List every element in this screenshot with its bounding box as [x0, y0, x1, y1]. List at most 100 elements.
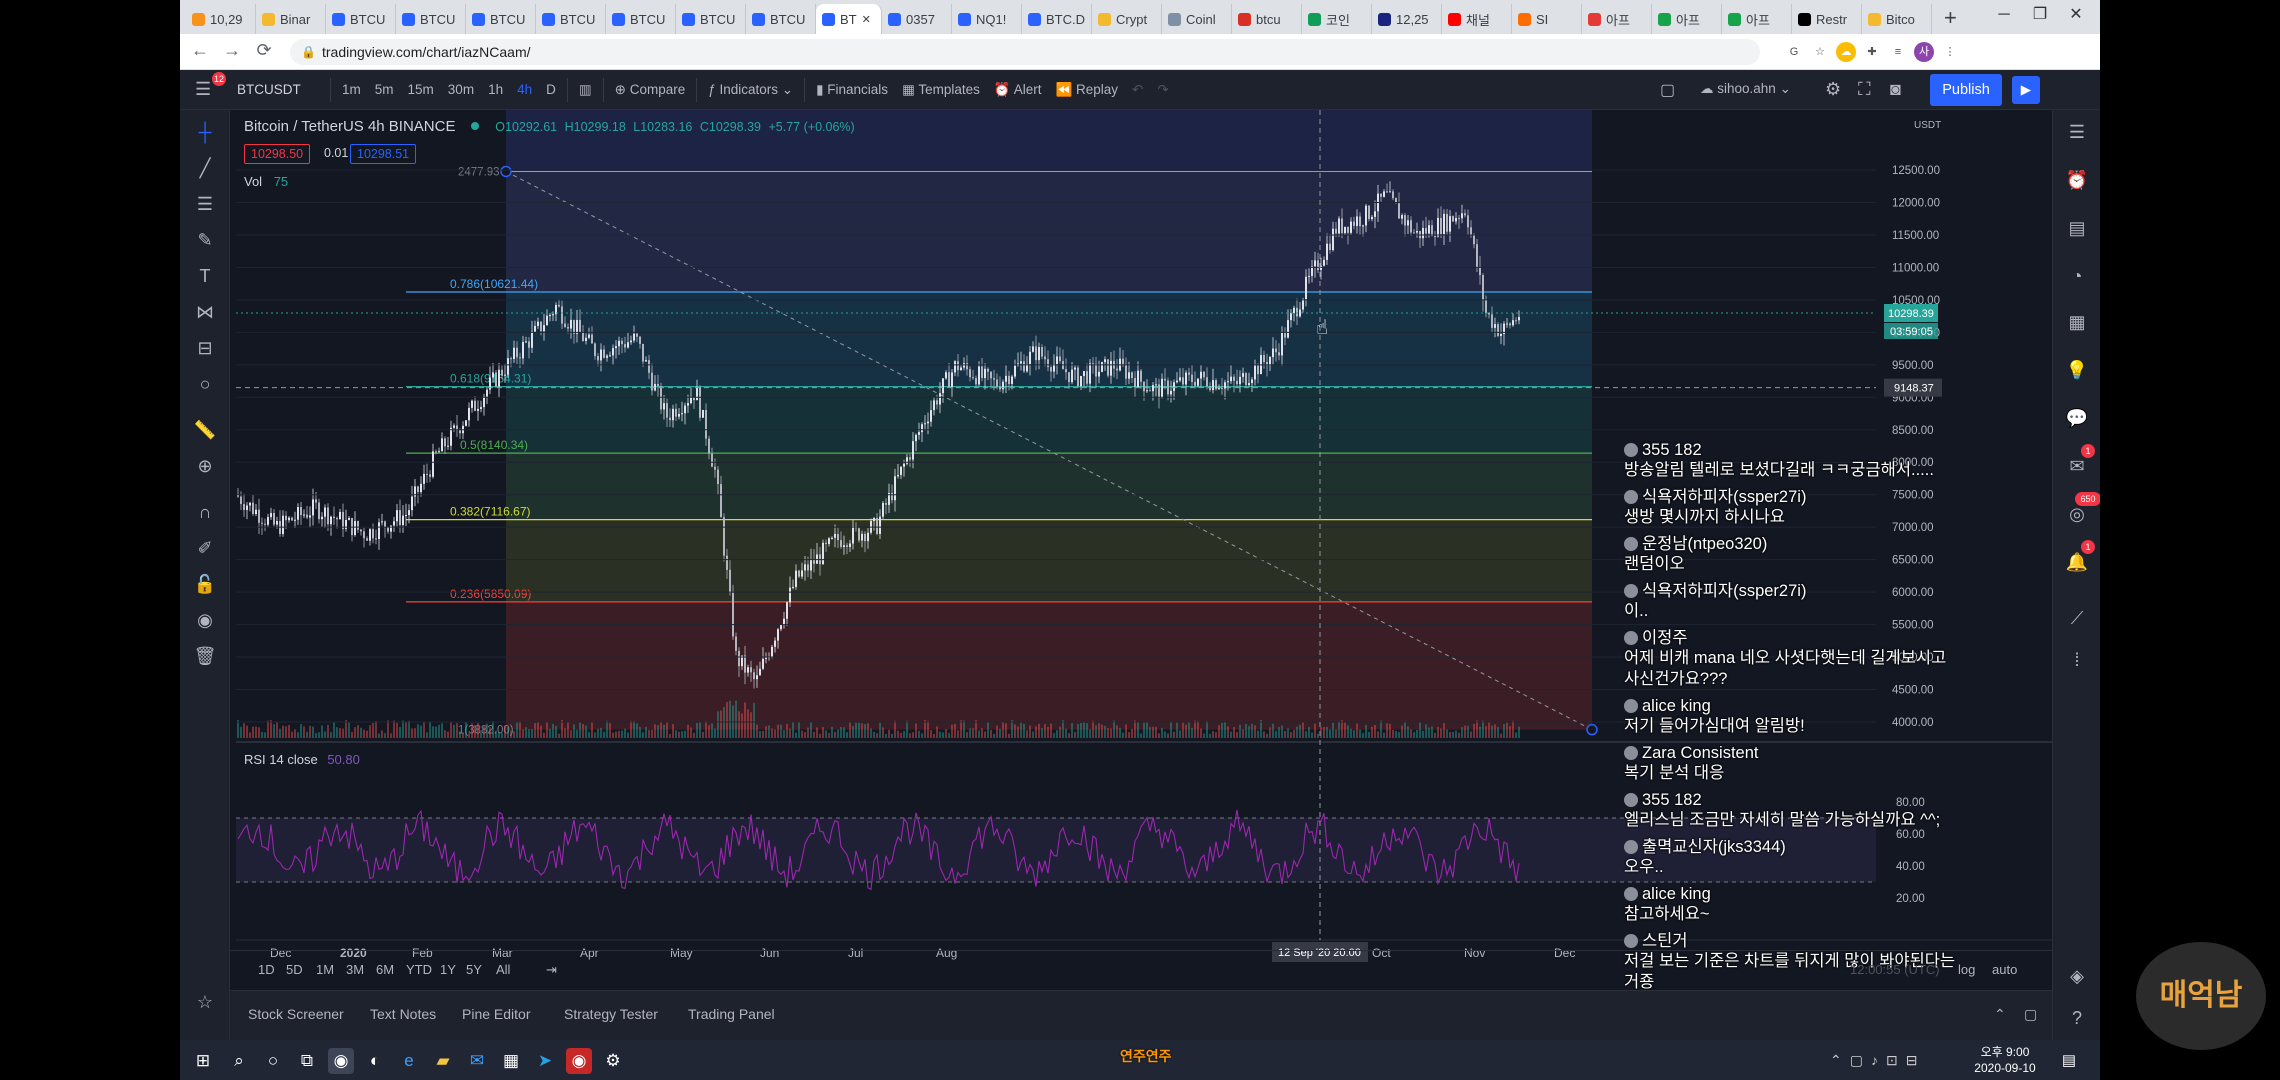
buy-button[interactable]: 10298.51 — [350, 144, 417, 164]
watchlist-icon[interactable]: ☰ — [2065, 120, 2089, 144]
alerts-clock-icon[interactable]: ⏰ — [2065, 168, 2089, 192]
interval-1m[interactable]: 1m — [335, 82, 368, 97]
browser-tab[interactable]: BTCU — [536, 4, 606, 34]
mail-taskbar-icon[interactable]: ✉ — [464, 1048, 490, 1074]
calculator-taskbar-icon[interactable]: ▦ — [498, 1048, 524, 1074]
back-icon[interactable]: ← — [188, 40, 212, 61]
media-icon[interactable]: ≡ — [1888, 42, 1908, 62]
obs-taskbar-icon[interactable]: ◉ — [566, 1048, 592, 1074]
stay-drawing-icon[interactable]: ✐ — [193, 536, 217, 560]
alert-button[interactable]: ⏰ Alert — [987, 82, 1049, 98]
taskbar-clock[interactable]: 오후 9:00 2020-09-10 — [1970, 1044, 2040, 1076]
publish-button[interactable]: Publish — [1930, 74, 2002, 106]
undo-icon[interactable]: ↶ — [1125, 82, 1150, 98]
bottom-tab-stock-screener[interactable]: Stock Screener — [248, 1006, 344, 1022]
help-icon[interactable]: ? — [2065, 1006, 2089, 1030]
taskbar-search-icon[interactable]: ⌕ — [226, 1048, 252, 1074]
forecast-icon[interactable]: ⊟ — [193, 336, 217, 360]
tab-close-icon[interactable]: ✕ — [862, 13, 871, 26]
range-YTD[interactable]: YTD — [406, 962, 432, 977]
browser-tab[interactable]: 아프 — [1652, 4, 1722, 34]
indicators-button[interactable]: ƒ Indicators ⌄ — [701, 82, 800, 98]
browser-tab[interactable]: BT ✕ — [816, 4, 882, 34]
interval-4h[interactable]: 4h — [510, 82, 539, 97]
settings-taskbar-icon[interactable]: ⚙ — [600, 1048, 626, 1074]
chrome-taskbar-icon[interactable]: ◉ — [328, 1048, 354, 1074]
range-1Y[interactable]: 1Y — [440, 962, 456, 977]
screener-icon[interactable]: ⟋ — [2065, 606, 2089, 630]
browser-tab[interactable]: SI — [1512, 4, 1582, 34]
explorer-taskbar-icon[interactable]: ▰ — [430, 1048, 456, 1074]
data-window-icon[interactable]: ▤ — [2065, 216, 2089, 240]
settings-gear-icon[interactable]: ⚙ — [1825, 79, 1841, 100]
browser-tab[interactable]: BTCU — [606, 4, 676, 34]
fib-retracement-icon[interactable]: ☰ — [193, 192, 217, 216]
log-scale-toggle[interactable]: log — [1958, 962, 1975, 977]
browser-tab[interactable]: 코인 — [1302, 4, 1372, 34]
browser-tab[interactable]: BTCU — [676, 4, 746, 34]
goto-date-icon[interactable]: ⇥ — [546, 962, 557, 978]
utc-clock[interactable]: 12:00:55 (UTC) — [1850, 962, 1940, 977]
zoom-in-icon[interactable]: ⊕ — [193, 454, 217, 478]
action-center-icon[interactable]: ▤ — [2056, 1048, 2082, 1074]
layout-icon[interactable]: ▢ — [1660, 80, 1675, 100]
bottom-tab-strategy-tester[interactable]: Strategy Tester — [564, 1006, 658, 1022]
compare-button[interactable]: ⊕ Compare — [608, 82, 693, 98]
extension-cloud-icon[interactable]: ☁ — [1836, 42, 1856, 62]
app-taskbar-icon[interactable]: ◐ — [362, 1048, 388, 1074]
telegram-taskbar-icon[interactable]: ➤ — [532, 1048, 558, 1074]
calendar-icon[interactable]: ▦ — [2065, 310, 2089, 334]
range-5D[interactable]: 5D — [286, 962, 303, 977]
browser-tab[interactable]: Bitco — [1862, 4, 1932, 34]
crosshair-icon[interactable]: ┼ — [193, 120, 217, 144]
maximize-panel-icon[interactable]: ▢ — [2024, 1006, 2037, 1023]
browser-tab[interactable]: 채널 — [1442, 4, 1512, 34]
favorites-star-icon[interactable]: ☆ — [193, 990, 217, 1014]
hotlist-icon[interactable]: ◔ — [2065, 264, 2089, 288]
chat-bubble-icon[interactable]: 💬 — [2065, 406, 2089, 430]
auto-scale-toggle[interactable]: auto — [1992, 962, 2017, 977]
browser-tab[interactable]: BTCU — [396, 4, 466, 34]
browser-tab[interactable]: btcu — [1232, 4, 1302, 34]
symbol-search[interactable]: BTCUSDT — [230, 82, 326, 97]
edge-taskbar-icon[interactable]: e — [396, 1048, 422, 1074]
new-tab-button[interactable]: + — [1932, 4, 1969, 34]
profile-avatar[interactable]: 사 — [1914, 42, 1934, 62]
close-window-icon[interactable]: ✕ — [2052, 0, 2100, 30]
translate-icon[interactable]: G — [1784, 42, 1804, 62]
trash-icon[interactable]: 🗑 — [193, 644, 217, 668]
interval-30m[interactable]: 30m — [441, 82, 481, 97]
task-view-icon[interactable]: ⧉ — [294, 1048, 320, 1074]
main-menu-button[interactable]: ☰ 12 — [180, 70, 230, 110]
ruler-icon[interactable]: 📏 — [193, 418, 217, 442]
bottom-tab-text-notes[interactable]: Text Notes — [370, 1006, 436, 1022]
bottom-tab-pine-editor[interactable]: Pine Editor — [462, 1006, 530, 1022]
financials-button[interactable]: ▮ Financials — [809, 82, 895, 98]
browser-tab[interactable]: Crypt — [1092, 4, 1162, 34]
redo-icon[interactable]: ↷ — [1150, 82, 1175, 98]
collapse-panel-icon[interactable]: ⌃ — [1994, 1006, 2006, 1023]
interval-1h[interactable]: 1h — [481, 82, 510, 97]
browser-tab[interactable]: 아프 — [1582, 4, 1652, 34]
range-5Y[interactable]: 5Y — [466, 962, 482, 977]
bottom-tab-trading-panel[interactable]: Trading Panel — [688, 1006, 775, 1022]
browser-tab[interactable]: Binar — [256, 4, 326, 34]
layers-icon[interactable]: ◈ — [2065, 964, 2089, 988]
camera-icon[interactable]: ◙ — [1890, 79, 1901, 100]
extension-puzzle-icon[interactable]: ✚ — [1862, 42, 1882, 62]
bookmark-star-icon[interactable]: ☆ — [1810, 42, 1830, 62]
browser-tab[interactable]: 12,25 — [1372, 4, 1442, 34]
browser-tab[interactable]: BTCU — [466, 4, 536, 34]
browser-tab[interactable]: BTCU — [746, 4, 816, 34]
browser-tab[interactable]: NQ1! — [952, 4, 1022, 34]
brush-icon[interactable]: ✎ — [193, 228, 217, 252]
windows-start-icon[interactable]: ⊞ — [190, 1048, 216, 1074]
shapes-circle-icon[interactable]: ○ — [193, 372, 217, 396]
sell-button[interactable]: 10298.50 — [244, 144, 311, 164]
lock-drawings-icon[interactable]: 🔓 — [193, 572, 217, 596]
order-panel-icon[interactable]: ⁞ — [2065, 648, 2089, 672]
browser-tab[interactable]: Restr — [1792, 4, 1862, 34]
chart-type-button[interactable]: ▥ — [572, 82, 599, 98]
pattern-icon[interactable]: ⋈ — [193, 300, 217, 324]
interval-D[interactable]: D — [539, 82, 563, 97]
